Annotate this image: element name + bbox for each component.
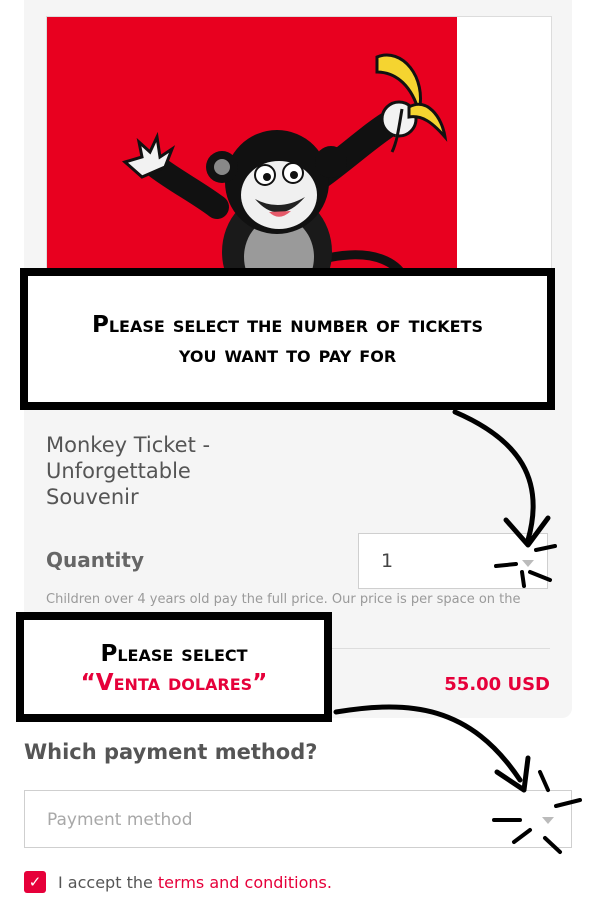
callout-tickets-line-2: you want to pay for — [178, 342, 397, 368]
terms-text: I accept the terms and conditions. — [58, 873, 332, 892]
terms-checkbox[interactable]: ✓ — [24, 871, 46, 893]
callout-payment-line-1: Please select — [100, 641, 248, 667]
product-image — [46, 16, 552, 308]
callout-select-tickets: Please select the number of tickets you … — [20, 268, 555, 410]
terms-link[interactable]: terms and conditions. — [158, 873, 332, 892]
quantity-value: 1 — [381, 550, 394, 572]
callout-select-payment: Please select “Venta dolares” — [16, 612, 332, 722]
chevron-down-icon — [542, 817, 554, 824]
payment-method-select[interactable]: Payment method — [24, 790, 572, 848]
monkey-illustration-icon — [121, 53, 448, 307]
chevron-down-icon — [522, 560, 534, 567]
arrow-to-payment-head — [494, 755, 531, 793]
total-price: 55.00 USD — [444, 674, 550, 695]
quantity-label: Quantity — [46, 548, 144, 572]
product-name: Monkey Ticket - Unforgettable Souvenir — [46, 433, 211, 509]
callout-payment-line-2: “Venta dolares” — [80, 670, 268, 696]
quantity-select[interactable]: 1 — [358, 533, 548, 589]
payment-heading: Which payment method? — [24, 740, 318, 764]
terms-prefix: I accept the — [58, 873, 158, 892]
page: Monkey Ticket - Unforgettable Souvenir Q… — [0, 0, 590, 908]
callout-tickets-line-1: Please select the number of tickets — [92, 312, 483, 338]
pricing-note: Children over 4 years old pay the full p… — [46, 592, 521, 607]
payment-method-placeholder: Payment method — [47, 810, 193, 830]
